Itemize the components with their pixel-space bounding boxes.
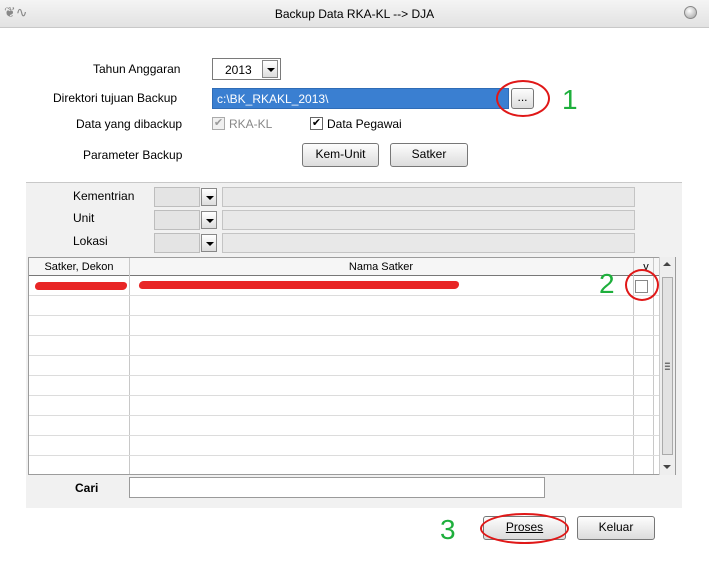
table-scrollbar[interactable]: ━ ━ ━ — [659, 257, 675, 475]
col-satker-header: Satker, Dekon — [44, 261, 114, 273]
table-row[interactable] — [29, 277, 663, 295]
annotation-ring-3 — [480, 513, 569, 544]
annotation-ring-1 — [496, 80, 550, 117]
kem-unit-button[interactable]: Kem-Unit — [302, 143, 379, 167]
lokasi-name-field — [222, 233, 635, 253]
chevron-down-icon[interactable] — [201, 211, 217, 229]
keluar-label: Keluar — [598, 520, 634, 534]
year-label: Tahun Anggaran — [93, 62, 181, 76]
search-input[interactable] — [129, 477, 545, 498]
annotation-number-1: 1 — [562, 84, 578, 115]
chevron-down-icon[interactable] — [201, 188, 217, 206]
window-close-button[interactable] — [684, 6, 697, 19]
lokasi-label: Lokasi — [73, 234, 108, 248]
kementrian-select[interactable] — [154, 187, 200, 207]
backup-directory-field[interactable]: c:\BK_RKAKL_2013\ — [212, 88, 509, 109]
annotation-number-3: 3 — [440, 514, 456, 545]
chevron-down-icon[interactable] — [201, 234, 217, 252]
satker-button[interactable]: Satker — [390, 143, 468, 167]
param-label: Parameter Backup — [83, 148, 183, 162]
unit-name-field — [222, 210, 635, 230]
col-nama-header: Nama Satker — [348, 261, 414, 273]
table-header: Satker, Dekon Nama Satker v — [29, 258, 675, 276]
scroll-down-icon[interactable] — [663, 465, 671, 469]
redacted-satker-name — [138, 281, 460, 289]
data-label: Data yang dibackup — [76, 117, 183, 131]
rkakl-checkbox[interactable]: ✔ — [212, 117, 225, 130]
annotation-ring-2 — [625, 269, 659, 301]
dir-label: Direktori tujuan Backup — [53, 91, 178, 105]
grip-icon: ━ ━ ━ — [665, 359, 670, 374]
search-label: Cari — [75, 481, 99, 495]
kementrian-label: Kementrian — [73, 189, 135, 203]
redacted-satker-code — [34, 282, 128, 290]
scroll-thumb[interactable]: ━ ━ ━ — [662, 277, 673, 455]
window-title: Backup Data RKA-KL --> DJA — [274, 7, 435, 21]
annotation-number-2: 2 — [599, 268, 615, 299]
year-select[interactable]: 2013 — [212, 58, 281, 80]
unit-label: Unit — [73, 211, 95, 225]
year-value: 2013 — [225, 63, 252, 77]
chevron-down-icon[interactable] — [262, 60, 278, 78]
keluar-button[interactable]: Keluar — [577, 516, 655, 540]
scroll-up-icon[interactable] — [663, 262, 671, 266]
title-bar: ❦∿ Backup Data RKA-KL --> DJA — [0, 0, 709, 28]
pegawai-label: Data Pegawai — [327, 117, 402, 131]
satker-table: Satker, Dekon Nama Satker v — [28, 257, 676, 475]
lokasi-select[interactable] — [154, 233, 200, 253]
unit-select[interactable] — [154, 210, 200, 230]
pegawai-checkbox[interactable]: ✔ — [310, 117, 323, 130]
kementrian-name-field — [222, 187, 635, 207]
rkakl-label: RKA-KL — [229, 117, 273, 131]
